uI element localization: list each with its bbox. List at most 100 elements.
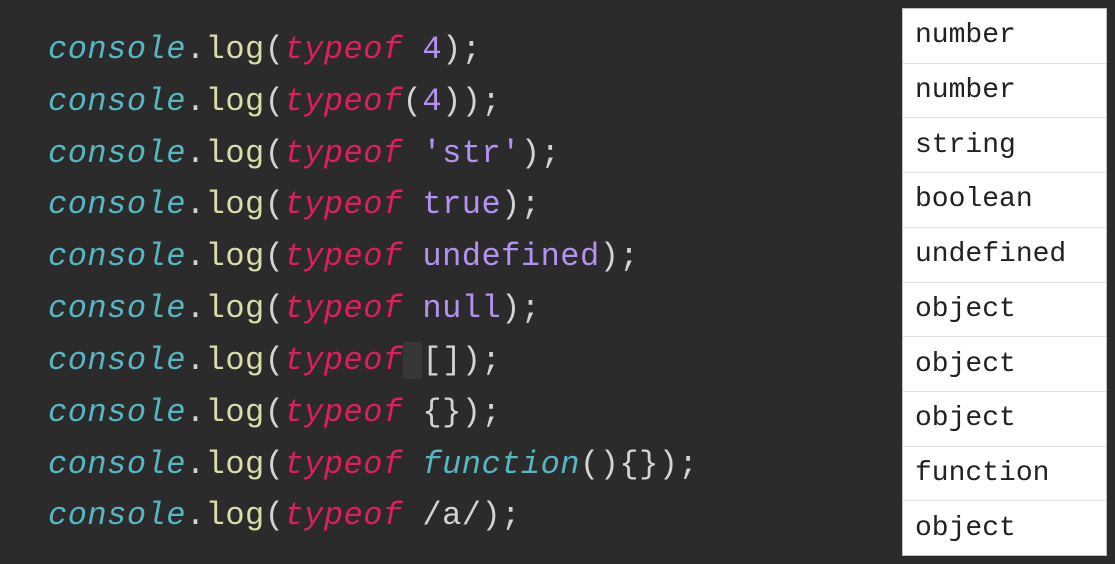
code-token: )	[442, 83, 462, 120]
code-token: .	[186, 31, 206, 68]
code-token: ;	[481, 342, 501, 379]
code-token: (	[265, 394, 285, 431]
code-token: )	[521, 135, 541, 172]
code-token: (	[265, 290, 285, 327]
output-row: function	[903, 447, 1106, 502]
console-output-pane: numbernumberstringbooleanundefinedobject…	[902, 8, 1107, 556]
code-token: console	[48, 135, 186, 172]
code-token: log	[206, 238, 265, 275]
code-token: []	[422, 342, 461, 379]
code-token: (	[265, 238, 285, 275]
code-token	[403, 342, 423, 379]
output-row: undefined	[903, 228, 1106, 283]
code-token: console	[48, 83, 186, 120]
code-token	[403, 135, 423, 172]
code-token: .	[186, 135, 206, 172]
code-token: ;	[462, 31, 482, 68]
code-line[interactable]: console.log(typeof 'str');	[48, 128, 902, 180]
code-token: log	[206, 83, 265, 120]
code-token: log	[206, 342, 265, 379]
code-token: (	[265, 342, 285, 379]
code-token: )	[501, 290, 521, 327]
code-token	[403, 31, 423, 68]
output-row: boolean	[903, 173, 1106, 228]
code-token: (	[265, 135, 285, 172]
code-token: typeof	[284, 497, 402, 534]
output-row: number	[903, 9, 1106, 64]
code-token: log	[206, 446, 265, 483]
code-token: typeof	[284, 238, 402, 275]
code-token: .	[186, 83, 206, 120]
code-token: .	[186, 446, 206, 483]
code-token: .	[186, 342, 206, 379]
code-line[interactable]: console.log(typeof null);	[48, 283, 902, 335]
code-token: .	[186, 238, 206, 275]
code-token: console	[48, 497, 186, 534]
code-token: /a/	[422, 497, 481, 534]
code-token: ;	[481, 83, 501, 120]
code-token: .	[186, 394, 206, 431]
code-token	[403, 394, 423, 431]
output-row: object	[903, 501, 1106, 555]
code-line[interactable]: console.log(typeof true);	[48, 179, 902, 231]
code-line[interactable]: console.log(typeof 4);	[48, 24, 902, 76]
code-token: console	[48, 342, 186, 379]
code-token: console	[48, 186, 186, 223]
output-row: string	[903, 118, 1106, 173]
code-token: .	[186, 290, 206, 327]
code-token: log	[206, 497, 265, 534]
code-token: function	[422, 446, 580, 483]
code-token: {}	[422, 394, 461, 431]
code-token	[403, 290, 423, 327]
code-token: typeof	[284, 394, 402, 431]
code-token: typeof	[284, 446, 402, 483]
code-token: ;	[541, 135, 561, 172]
code-token: )	[462, 342, 482, 379]
code-token: )	[501, 186, 521, 223]
code-token: ;	[481, 394, 501, 431]
code-token	[403, 446, 423, 483]
code-token: console	[48, 446, 186, 483]
code-line[interactable]: console.log(typeof []);	[48, 335, 902, 387]
code-line[interactable]: console.log(typeof /a/);	[48, 490, 902, 542]
code-token: (	[265, 31, 285, 68]
code-token: 4	[422, 83, 442, 120]
code-token: (	[265, 186, 285, 223]
code-token: (	[403, 83, 423, 120]
code-token: true	[422, 186, 501, 223]
code-line[interactable]: console.log(typeof function(){});	[48, 439, 902, 491]
code-line[interactable]: console.log(typeof {});	[48, 387, 902, 439]
code-token: undefined	[422, 238, 599, 275]
code-token: log	[206, 31, 265, 68]
code-token: .	[186, 497, 206, 534]
code-token: console	[48, 238, 186, 275]
output-row: object	[903, 283, 1106, 338]
code-token: 'str'	[422, 135, 521, 172]
code-token: ;	[619, 238, 639, 275]
code-token: )	[659, 446, 679, 483]
code-token: console	[48, 31, 186, 68]
code-token: )	[462, 394, 482, 431]
code-token: 4	[422, 31, 442, 68]
code-token: console	[48, 394, 186, 431]
code-token	[403, 238, 423, 275]
code-token: log	[206, 135, 265, 172]
code-token: ()	[580, 446, 619, 483]
code-token: )	[442, 31, 462, 68]
code-editor-pane[interactable]: console.log(typeof 4);console.log(typeof…	[0, 0, 902, 564]
code-token: typeof	[284, 83, 402, 120]
code-line[interactable]: console.log(typeof(4));	[48, 76, 902, 128]
code-token: typeof	[284, 186, 402, 223]
code-token: (	[265, 83, 285, 120]
code-line[interactable]: console.log(typeof undefined);	[48, 231, 902, 283]
code-token: )	[600, 238, 620, 275]
code-token: typeof	[284, 342, 402, 379]
code-token: ;	[521, 186, 541, 223]
code-token: )	[481, 497, 501, 534]
code-token: console	[48, 290, 186, 327]
code-token: {}	[619, 446, 658, 483]
code-token: ;	[501, 497, 521, 534]
output-row: object	[903, 337, 1106, 392]
output-row: object	[903, 392, 1106, 447]
code-token: (	[265, 446, 285, 483]
